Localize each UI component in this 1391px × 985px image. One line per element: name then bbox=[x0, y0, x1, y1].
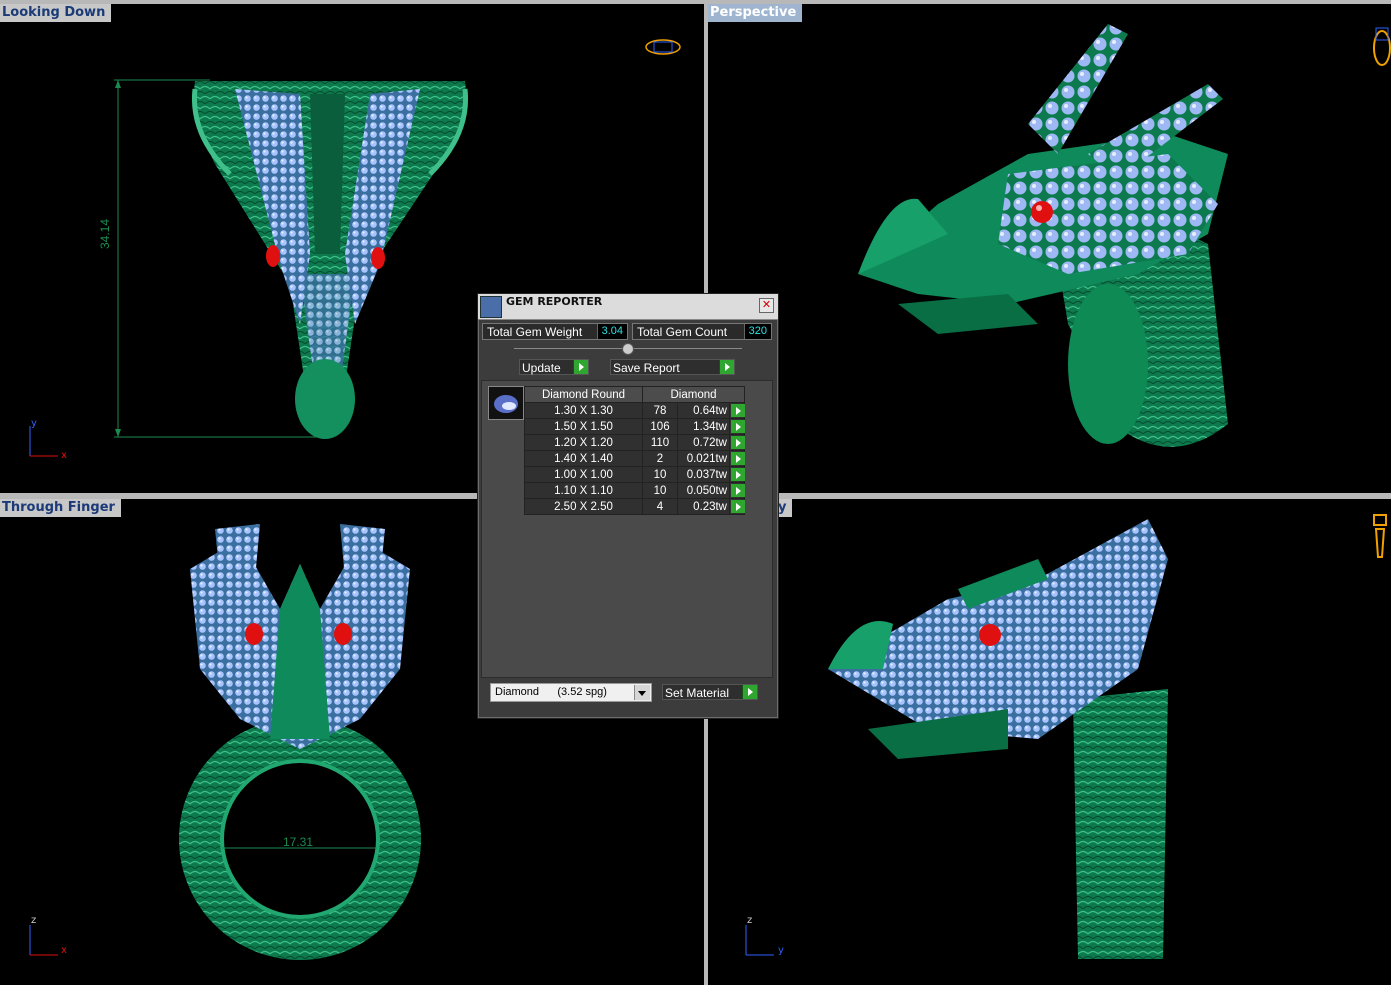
panel-titlebar[interactable]: GEM REPORTER ✕ bbox=[478, 294, 778, 320]
gem-count-cell: 10 bbox=[642, 466, 678, 483]
table-row[interactable]: 2.50 X 2.50 4 0.23tw bbox=[524, 498, 745, 515]
axis-z-label: z bbox=[31, 915, 37, 926]
row-go-button[interactable] bbox=[731, 452, 745, 465]
table-row[interactable]: 1.40 X 1.40 2 0.021tw bbox=[524, 450, 745, 467]
ring-perspective-view bbox=[858, 24, 1228, 447]
total-gem-count: Total Gem Count 320 bbox=[632, 323, 772, 340]
gem-size-cell: 1.00 X 1.00 bbox=[524, 466, 643, 483]
save-report-label: Save Report bbox=[613, 361, 680, 375]
round-diamond-icon[interactable] bbox=[488, 386, 524, 420]
gem-count-cell: 106 bbox=[642, 418, 678, 435]
table-row[interactable]: 1.10 X 1.10 10 0.050tw bbox=[524, 482, 745, 499]
viewport-perspective[interactable]: Perspective bbox=[708, 4, 1391, 493]
ring-orientation-icon[interactable] bbox=[643, 36, 683, 58]
gem-weight-cell: 0.72tw bbox=[677, 434, 730, 451]
total-gem-weight: Total Gem Weight 3.04 bbox=[482, 323, 628, 340]
gem-count-cell: 2 bbox=[642, 450, 678, 467]
gem-size-cell: 1.30 X 1.30 bbox=[524, 402, 643, 419]
row-select-cell bbox=[729, 450, 745, 467]
gem-weight-cell: 0.64tw bbox=[677, 402, 730, 419]
play-arrow-icon bbox=[719, 360, 734, 374]
gem-table: Diamond Round Diamond 1.30 X 1.30 78 0.64t… bbox=[524, 386, 745, 515]
table-row[interactable]: 1.30 X 1.30 78 0.64tw bbox=[524, 402, 745, 419]
row-go-button[interactable] bbox=[731, 484, 745, 497]
gem-reporter-panel[interactable]: GEM REPORTER ✕ Total Gem Weight 3.04 Tot… bbox=[477, 293, 779, 719]
viewport-side[interactable]: y z y bbox=[708, 499, 1391, 985]
total-count-label: Total Gem Count bbox=[637, 325, 728, 339]
total-count-value: 320 bbox=[743, 324, 771, 339]
gem-size-cell: 1.40 X 1.40 bbox=[524, 450, 643, 467]
gem-weight-cell: 0.050tw bbox=[677, 482, 730, 499]
axis-z-label: z bbox=[747, 915, 753, 926]
play-arrow-icon bbox=[573, 360, 588, 374]
axis-y-label: y bbox=[778, 945, 784, 956]
row-go-button[interactable] bbox=[731, 420, 745, 433]
gem-list: Diamond Round Diamond 1.30 X 1.30 78 0.64t… bbox=[481, 380, 773, 678]
row-go-button[interactable] bbox=[731, 468, 745, 481]
row-select-cell bbox=[729, 466, 745, 483]
dimension-label-width: 17.31 bbox=[283, 835, 314, 849]
chevron-down-icon bbox=[634, 685, 650, 700]
ring-side-view bbox=[828, 519, 1168, 959]
viewport-label[interactable]: Perspective bbox=[708, 4, 803, 22]
gem-count-cell: 110 bbox=[642, 434, 678, 451]
gem-count-cell: 4 bbox=[642, 498, 678, 515]
column-header-material: Diamond bbox=[642, 386, 745, 403]
save-report-button[interactable]: Save Report bbox=[610, 359, 735, 375]
gem-size-cell: 1.50 X 1.50 bbox=[524, 418, 643, 435]
row-select-cell bbox=[729, 482, 745, 499]
set-material-button[interactable]: Set Material bbox=[662, 684, 758, 700]
table-row[interactable]: 1.00 X 1.00 10 0.037tw bbox=[524, 466, 745, 483]
update-button[interactable]: Update bbox=[519, 359, 589, 375]
row-go-button[interactable] bbox=[731, 404, 745, 417]
row-select-cell bbox=[729, 402, 745, 419]
material-select[interactable]: Diamond (3.52 spg) bbox=[490, 683, 652, 702]
gem-size-cell: 2.50 X 2.50 bbox=[524, 498, 643, 515]
play-arrow-icon bbox=[742, 685, 757, 699]
gem-weight-cell: 0.021tw bbox=[677, 450, 730, 467]
axis-x-label: x bbox=[61, 450, 67, 461]
axis-x-label: x bbox=[61, 945, 67, 956]
gem-weight-cell: 1.34tw bbox=[677, 418, 730, 435]
dimension-label-height: 34.14 bbox=[98, 218, 112, 249]
row-select-cell bbox=[729, 434, 745, 451]
gem-reporter-icon bbox=[480, 296, 502, 318]
axis-y-label: y bbox=[31, 418, 37, 429]
column-header-shape: Diamond Round bbox=[524, 386, 643, 403]
slider-handle[interactable] bbox=[622, 343, 634, 355]
close-button[interactable]: ✕ bbox=[759, 298, 774, 313]
update-label: Update bbox=[522, 361, 561, 375]
viewport-label[interactable]: Through Finger bbox=[0, 499, 121, 517]
viewport-label[interactable]: Looking Down bbox=[0, 4, 112, 22]
row-go-button[interactable] bbox=[731, 500, 745, 513]
total-weight-value: 3.04 bbox=[596, 324, 627, 339]
gem-size-cell: 1.10 X 1.10 bbox=[524, 482, 643, 499]
gem-count-cell: 10 bbox=[642, 482, 678, 499]
row-select-cell bbox=[729, 498, 745, 515]
table-row[interactable]: 1.20 X 1.20 110 0.72tw bbox=[524, 434, 745, 451]
row-go-button[interactable] bbox=[731, 436, 745, 449]
row-select-cell bbox=[729, 418, 745, 435]
gem-weight-cell: 0.037tw bbox=[677, 466, 730, 483]
ring-orientation-icon[interactable] bbox=[1368, 511, 1391, 561]
panel-title: GEM REPORTER bbox=[506, 295, 603, 308]
gem-size-cell: 1.20 X 1.20 bbox=[524, 434, 643, 451]
ring-orientation-icon[interactable] bbox=[1368, 18, 1391, 70]
set-material-label: Set Material bbox=[665, 686, 730, 700]
total-weight-label: Total Gem Weight bbox=[487, 325, 583, 339]
gem-count-cell: 78 bbox=[642, 402, 678, 419]
gem-weight-cell: 0.23tw bbox=[677, 498, 730, 515]
table-row[interactable]: 1.50 X 1.50 106 1.34tw bbox=[524, 418, 745, 435]
material-select-value: Diamond (3.52 spg) bbox=[495, 686, 607, 698]
